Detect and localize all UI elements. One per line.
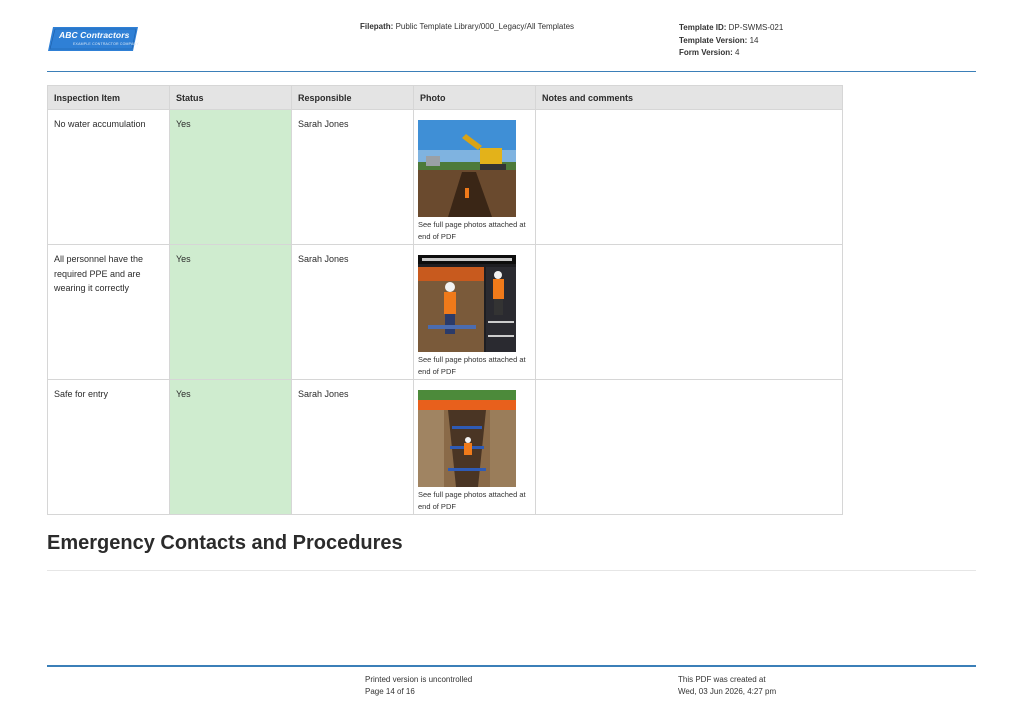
form-version: Form Version: 4 bbox=[679, 47, 783, 60]
template-id: Template ID: DP-SWMS-021 bbox=[679, 22, 783, 35]
notes-cell bbox=[535, 109, 843, 245]
status-cell: Yes bbox=[169, 244, 292, 380]
photo-cell: See full page photos attached at end of … bbox=[413, 244, 536, 380]
inspection-item-cell: All personnel have the required PPE and … bbox=[47, 244, 170, 380]
template-version-value: 14 bbox=[749, 35, 759, 45]
inspection-table: Inspection Item Status Responsible Photo… bbox=[47, 85, 843, 515]
status-cell: Yes bbox=[169, 379, 292, 515]
template-id-label: Template ID: bbox=[679, 23, 727, 32]
photo-cell: See full page photos attached at end of … bbox=[413, 379, 536, 515]
page-header: ABC Contractors EXAMPLE CONTRACTOR COMPA… bbox=[47, 0, 976, 72]
col-header-responsible: Responsible bbox=[291, 85, 414, 110]
inspection-item-cell: Safe for entry bbox=[47, 379, 170, 515]
section-divider bbox=[47, 570, 976, 571]
responsible-cell: Sarah Jones bbox=[291, 109, 414, 245]
photo-caption: See full page photos attached at end of … bbox=[418, 490, 526, 511]
col-header-notes: Notes and comments bbox=[535, 85, 843, 110]
table-row: All personnel have the required PPE and … bbox=[47, 244, 843, 380]
template-info: Template ID: DP-SWMS-021 Template Versio… bbox=[679, 22, 783, 60]
filepath-value: Public Template Library/000_Legacy/All T… bbox=[395, 22, 575, 31]
footer-created-info: This PDF was created at Wed, 03 Jun 2026… bbox=[678, 674, 776, 698]
template-version: Template Version: 14 bbox=[679, 35, 783, 48]
form-version-label: Form Version: bbox=[679, 48, 733, 57]
uncontrolled-notice: Printed version is uncontrolled bbox=[365, 675, 473, 684]
form-version-value: 4 bbox=[735, 48, 740, 57]
notes-cell bbox=[535, 244, 843, 380]
status-cell: Yes bbox=[169, 109, 292, 245]
responsible-cell: Sarah Jones bbox=[291, 244, 414, 380]
section-title-emergency: Emergency Contacts and Procedures bbox=[47, 532, 403, 554]
footer-rule bbox=[47, 665, 976, 667]
filepath: Filepath: Public Template Library/000_Le… bbox=[360, 22, 574, 31]
trench-entry-photo[interactable] bbox=[418, 390, 516, 487]
created-label: This PDF was created at bbox=[678, 675, 766, 684]
excavator-trench-photo[interactable] bbox=[418, 120, 516, 217]
logo-name: ABC Contractors bbox=[59, 30, 130, 40]
table-row: Safe for entry Yes Sarah Jones See full … bbox=[47, 379, 843, 515]
company-logo: ABC Contractors EXAMPLE CONTRACTOR COMPA… bbox=[47, 26, 139, 52]
col-header-photo: Photo bbox=[413, 85, 536, 110]
template-id-value: DP-SWMS-021 bbox=[728, 23, 784, 32]
notes-cell bbox=[535, 379, 843, 515]
inspection-item-cell: No water accumulation bbox=[47, 109, 170, 245]
ppe-workers-photo[interactable] bbox=[418, 255, 516, 352]
logo-tagline: EXAMPLE CONTRACTOR COMPANY bbox=[73, 42, 139, 46]
template-version-label: Template Version: bbox=[679, 35, 748, 45]
photo-cell: See full page photos attached at end of … bbox=[413, 109, 536, 245]
responsible-cell: Sarah Jones bbox=[291, 379, 414, 515]
footer-print-info: Printed version is uncontrolled Page 14 … bbox=[365, 674, 472, 698]
page-number: Page 14 of 16 bbox=[365, 687, 415, 696]
table-row: No water accumulation Yes Sarah Jones Se… bbox=[47, 109, 843, 245]
created-date: Wed, 03 Jun 2026, 4:27 pm bbox=[678, 687, 777, 696]
col-header-status: Status bbox=[169, 85, 292, 110]
col-header-inspection-item: Inspection Item bbox=[47, 85, 170, 110]
photo-caption: See full page photos attached at end of … bbox=[418, 355, 526, 376]
table-header-row: Inspection Item Status Responsible Photo… bbox=[47, 85, 843, 110]
photo-caption: See full page photos attached at end of … bbox=[418, 220, 526, 241]
filepath-label: Filepath: bbox=[360, 22, 394, 31]
